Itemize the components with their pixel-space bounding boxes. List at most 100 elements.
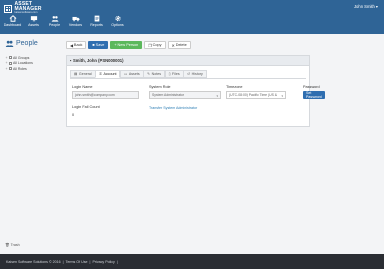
timezone-label: Timezone bbox=[226, 85, 243, 89]
password-label: Password bbox=[303, 85, 320, 89]
user-menu[interactable]: John Smith ▾ bbox=[354, 4, 378, 9]
people-icon bbox=[51, 16, 58, 22]
back-label: Back bbox=[73, 43, 83, 47]
set-password-button[interactable]: Set Password bbox=[303, 91, 325, 99]
chevron-down-icon: ▾ bbox=[281, 94, 283, 98]
record-title: Smith, John (PSN000001) bbox=[73, 58, 124, 63]
system-role-value: System Administrator bbox=[152, 93, 185, 97]
login-fail-label: Login Fail Count bbox=[72, 105, 100, 109]
trash-link[interactable]: 🗑 Trash bbox=[5, 243, 20, 247]
user-name: John Smith bbox=[353, 4, 375, 9]
privacy-link[interactable]: Privacy Policy bbox=[92, 260, 114, 264]
save-label: Save bbox=[95, 43, 105, 47]
sidebar: People + All Groups + All Locations + Al… bbox=[0, 34, 62, 254]
copy-label: Copy bbox=[152, 43, 162, 47]
nav-label: Reports bbox=[90, 23, 103, 27]
tab-label: History bbox=[191, 72, 203, 76]
tab-history[interactable]: ↺ History bbox=[183, 70, 207, 78]
info-icon: ▤ bbox=[74, 72, 78, 76]
file-icon: ▯ bbox=[168, 72, 171, 76]
tab-account[interactable]: ⚿ Account bbox=[95, 70, 121, 78]
new-person-button[interactable]: + New Person bbox=[110, 41, 143, 49]
gear-icon bbox=[114, 15, 121, 22]
tree-item-all-roles[interactable]: + All Roles bbox=[5, 66, 33, 72]
nav-label: Vendors bbox=[68, 23, 83, 27]
tab-assets[interactable]: ▭ Assets bbox=[119, 70, 144, 78]
terms-link[interactable]: Terms Of Use bbox=[66, 260, 88, 264]
system-role-label: System Role bbox=[149, 85, 171, 89]
nav-dashboard[interactable]: Dashboard bbox=[2, 15, 23, 33]
copy-button[interactable]: ❐ Copy bbox=[144, 41, 166, 49]
checkbox[interactable] bbox=[9, 67, 12, 71]
back-button[interactable]: ◀ Back bbox=[66, 41, 87, 49]
people-icon bbox=[5, 40, 14, 47]
arrow-left-icon: ◀ bbox=[70, 43, 73, 48]
tab-label: Notes bbox=[151, 72, 162, 76]
nav-options[interactable]: Options bbox=[107, 15, 128, 33]
footer: Kaisen Software Solutions © 2016 | Terms… bbox=[0, 254, 384, 269]
assets-icon: ▭ bbox=[123, 72, 128, 76]
record-toolbar: ◀ Back ■ Save + New Person ❐ Copy ✕ Dele… bbox=[66, 41, 191, 49]
tab-files[interactable]: ▯ Files bbox=[164, 70, 184, 78]
system-role-select[interactable]: System Administrator ▾ bbox=[149, 91, 221, 99]
nav-label: Assets bbox=[28, 23, 39, 27]
main-nav: Dashboard Assets People Vendors Reports … bbox=[2, 15, 128, 33]
home-icon bbox=[9, 15, 16, 22]
save-button[interactable]: ■ Save bbox=[88, 41, 109, 49]
new-person-label: New Person bbox=[117, 43, 139, 47]
history-icon: ↺ bbox=[187, 72, 191, 76]
logo-icon bbox=[4, 4, 13, 13]
record-panel: ▪ Smith, John (PSN000001) ▤ General ⚿ Acco… bbox=[66, 55, 325, 127]
caret-down-icon: ▾ bbox=[375, 4, 378, 9]
tab-label: Files bbox=[172, 72, 180, 76]
copy-icon: ❐ bbox=[148, 43, 152, 48]
login-name-label: Login Name bbox=[72, 85, 93, 89]
reports-icon bbox=[94, 15, 99, 22]
sidebar-title: People bbox=[5, 40, 38, 47]
tab-label: Assets bbox=[128, 72, 140, 76]
nav-reports[interactable]: Reports bbox=[86, 15, 107, 33]
checkbox[interactable] bbox=[9, 61, 12, 65]
tree-item-label: All Roles bbox=[13, 66, 27, 71]
trash-label: Trash bbox=[10, 243, 20, 247]
expand-icon[interactable]: + bbox=[5, 67, 8, 71]
delete-button[interactable]: ✕ Delete bbox=[167, 41, 191, 49]
transfer-admin-link[interactable]: Transfer System Administrator bbox=[149, 106, 197, 110]
login-name-field[interactable]: john.smith@company.com bbox=[72, 91, 139, 99]
record-header: ▪ Smith, John (PSN000001) bbox=[67, 56, 309, 66]
tree-item-label: All Groups bbox=[13, 55, 30, 60]
sidebar-title-text: People bbox=[16, 40, 38, 47]
notes-icon: ✎ bbox=[147, 72, 151, 76]
person-icon: ▪ bbox=[70, 58, 72, 63]
chevron-down-icon: ▾ bbox=[216, 94, 218, 98]
delete-icon: ✕ bbox=[171, 43, 175, 48]
tree-item-label: All Locations bbox=[13, 61, 33, 66]
copyright-text: Kaisen Software Solutions © 2016 bbox=[6, 259, 61, 264]
login-name-value: john.smith@company.com bbox=[75, 93, 115, 97]
nav-vendors[interactable]: Vendors bbox=[65, 15, 86, 33]
record-tabs: ▤ General ⚿ Account ▭ Assets ✎ Notes ▯ Files … bbox=[70, 70, 207, 78]
trash-icon: 🗑 bbox=[5, 243, 10, 247]
vendors-icon bbox=[72, 16, 79, 22]
key-icon: ⚿ bbox=[99, 72, 102, 76]
tab-notes[interactable]: ✎ Notes bbox=[143, 70, 166, 78]
nav-label: Options bbox=[111, 23, 124, 27]
expand-icon[interactable]: + bbox=[5, 56, 8, 60]
nav-people[interactable]: People bbox=[44, 15, 65, 33]
timezone-select[interactable]: (UTC-08:00) Pacific Time (US & ▾ bbox=[226, 91, 286, 99]
tab-label: General bbox=[78, 72, 92, 76]
nav-label: People bbox=[48, 23, 61, 27]
top-navigation-bar: ASSET MANAGER kaisensoftware.com John Sm… bbox=[0, 0, 384, 34]
filter-tree: + All Groups + All Locations + All Roles bbox=[5, 55, 33, 72]
checkbox[interactable] bbox=[9, 56, 12, 60]
expand-icon[interactable]: + bbox=[5, 61, 8, 65]
timezone-value: (UTC-08:00) Pacific Time (US & bbox=[229, 93, 278, 97]
plus-icon: + bbox=[114, 43, 117, 47]
login-fail-value: 0 bbox=[72, 113, 75, 117]
nav-label: Dashboard bbox=[3, 23, 22, 27]
tab-general[interactable]: ▤ General bbox=[70, 70, 96, 78]
delete-label: Delete bbox=[175, 43, 187, 47]
nav-assets[interactable]: Assets bbox=[23, 15, 44, 33]
save-icon: ■ bbox=[92, 43, 95, 47]
app-logo[interactable]: ASSET MANAGER kaisensoftware.com bbox=[4, 2, 56, 14]
